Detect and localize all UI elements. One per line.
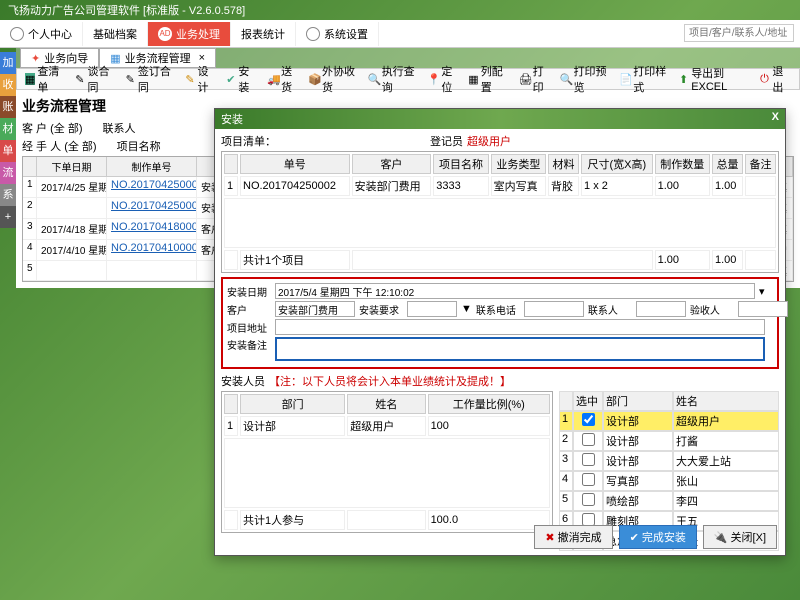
side-tab-8[interactable]: +	[0, 206, 16, 228]
list-item[interactable]: 5喷绘部李四	[559, 491, 779, 511]
tb-delivery[interactable]: 🚚送货	[263, 62, 302, 96]
cancel-done-button[interactable]: ✖撤消完成	[534, 525, 612, 549]
tb-install[interactable]: ✔安装	[222, 62, 261, 96]
close-icon[interactable]: X	[772, 111, 779, 127]
tb-talk[interactable]: ✎谈合同	[71, 62, 119, 96]
nav-base[interactable]: 基础档案	[83, 22, 148, 46]
nav-personal[interactable]: 个人中心	[0, 22, 83, 46]
select-checkbox[interactable]	[582, 433, 595, 446]
tb-locate[interactable]: 📍定位	[423, 62, 462, 96]
top-nav: 个人中心 基础档案 AD业务处理 报表统计 系统设置	[0, 20, 800, 48]
side-tab-1[interactable]: 加	[0, 52, 16, 74]
side-tab-3[interactable]: 账	[0, 96, 16, 118]
project-grid[interactable]: 单号客户 项目名称业务类型 材料尺寸(宽X高) 制作数量总量 备注 1 NO.2…	[221, 151, 779, 273]
req-input[interactable]	[407, 301, 457, 317]
close-button[interactable]: 🔌关闭[X]	[703, 525, 777, 549]
select-checkbox[interactable]	[582, 453, 595, 466]
list-item[interactable]: 2设计部打酱	[559, 431, 779, 451]
remark-input[interactable]	[275, 337, 765, 361]
tb-export[interactable]: ⬆导出到EXCEL	[675, 64, 754, 94]
tb-print[interactable]: 🖨打印	[515, 62, 554, 96]
nav-business[interactable]: AD业务处理	[148, 22, 231, 46]
tb-style[interactable]: 📄打印样式	[615, 62, 673, 96]
customer-input[interactable]	[275, 301, 355, 317]
tb-view-list[interactable]: ▦查清单	[21, 62, 69, 96]
tb-query[interactable]: 🔍执行查询	[364, 62, 422, 96]
list-item[interactable]: 3设计部大大爱上站	[559, 451, 779, 471]
req-dropdown-icon[interactable]: ▼	[461, 303, 472, 315]
side-tab-2[interactable]: 收	[0, 74, 16, 96]
install-date-input[interactable]	[275, 283, 755, 299]
phone-input[interactable]	[524, 301, 584, 317]
assigned-grid[interactable]: 部门姓名工作量比例(%) 1设计部超级用户100 共计1人参与100.0	[221, 391, 553, 533]
search-input[interactable]	[684, 24, 794, 42]
select-checkbox[interactable]	[582, 473, 595, 486]
date-dropdown-icon[interactable]: ▾	[759, 285, 765, 298]
side-tab-6[interactable]: 流	[0, 162, 16, 184]
list-item[interactable]: 1设计部超级用户	[559, 411, 779, 431]
app-titlebar: 飞扬动力广告公司管理软件 [标准版 - V2.6.0.578]	[0, 0, 800, 20]
tb-design[interactable]: ✎设计	[181, 62, 220, 96]
side-tab-5[interactable]: 单	[0, 140, 16, 162]
side-tabs: 加 收 账 材 单 流 系 +	[0, 52, 16, 228]
acceptor-input[interactable]	[738, 301, 788, 317]
install-modal: 安装 X 项目清单： 登记员 超级用户 单号客户 项目名称业务类型 材料尺寸(宽…	[214, 108, 786, 556]
tb-exit[interactable]: ⏻退出	[756, 62, 795, 96]
modal-titlebar: 安装 X	[215, 109, 785, 129]
nav-report[interactable]: 报表统计	[231, 22, 296, 46]
tb-columns[interactable]: ▦列配置	[464, 62, 512, 96]
select-checkbox[interactable]	[582, 493, 595, 506]
select-checkbox[interactable]	[582, 413, 595, 426]
tb-outsource[interactable]: 📦外协收货	[304, 62, 362, 96]
side-tab-4[interactable]: 材	[0, 118, 16, 140]
contact-input[interactable]	[636, 301, 686, 317]
toolbar: ▦查清单 ✎谈合同 ✎签订合同 ✎设计 ✔安装 🚚送货 📦外协收货 🔍执行查询 …	[16, 68, 800, 90]
tb-preview[interactable]: 🔍打印预览	[555, 62, 613, 96]
side-tab-7[interactable]: 系	[0, 184, 16, 206]
install-form: 安装日期 ▾ 客户 安装要求 ▼ 联系电话 联系人 验收人 项目地址	[221, 277, 779, 369]
address-input[interactable]	[275, 319, 765, 335]
tb-sign[interactable]: ✎签订合同	[122, 62, 180, 96]
list-item[interactable]: 4写真部张山	[559, 471, 779, 491]
nav-system[interactable]: 系统设置	[296, 22, 379, 46]
complete-install-button[interactable]: ✔完成安装	[619, 525, 697, 549]
